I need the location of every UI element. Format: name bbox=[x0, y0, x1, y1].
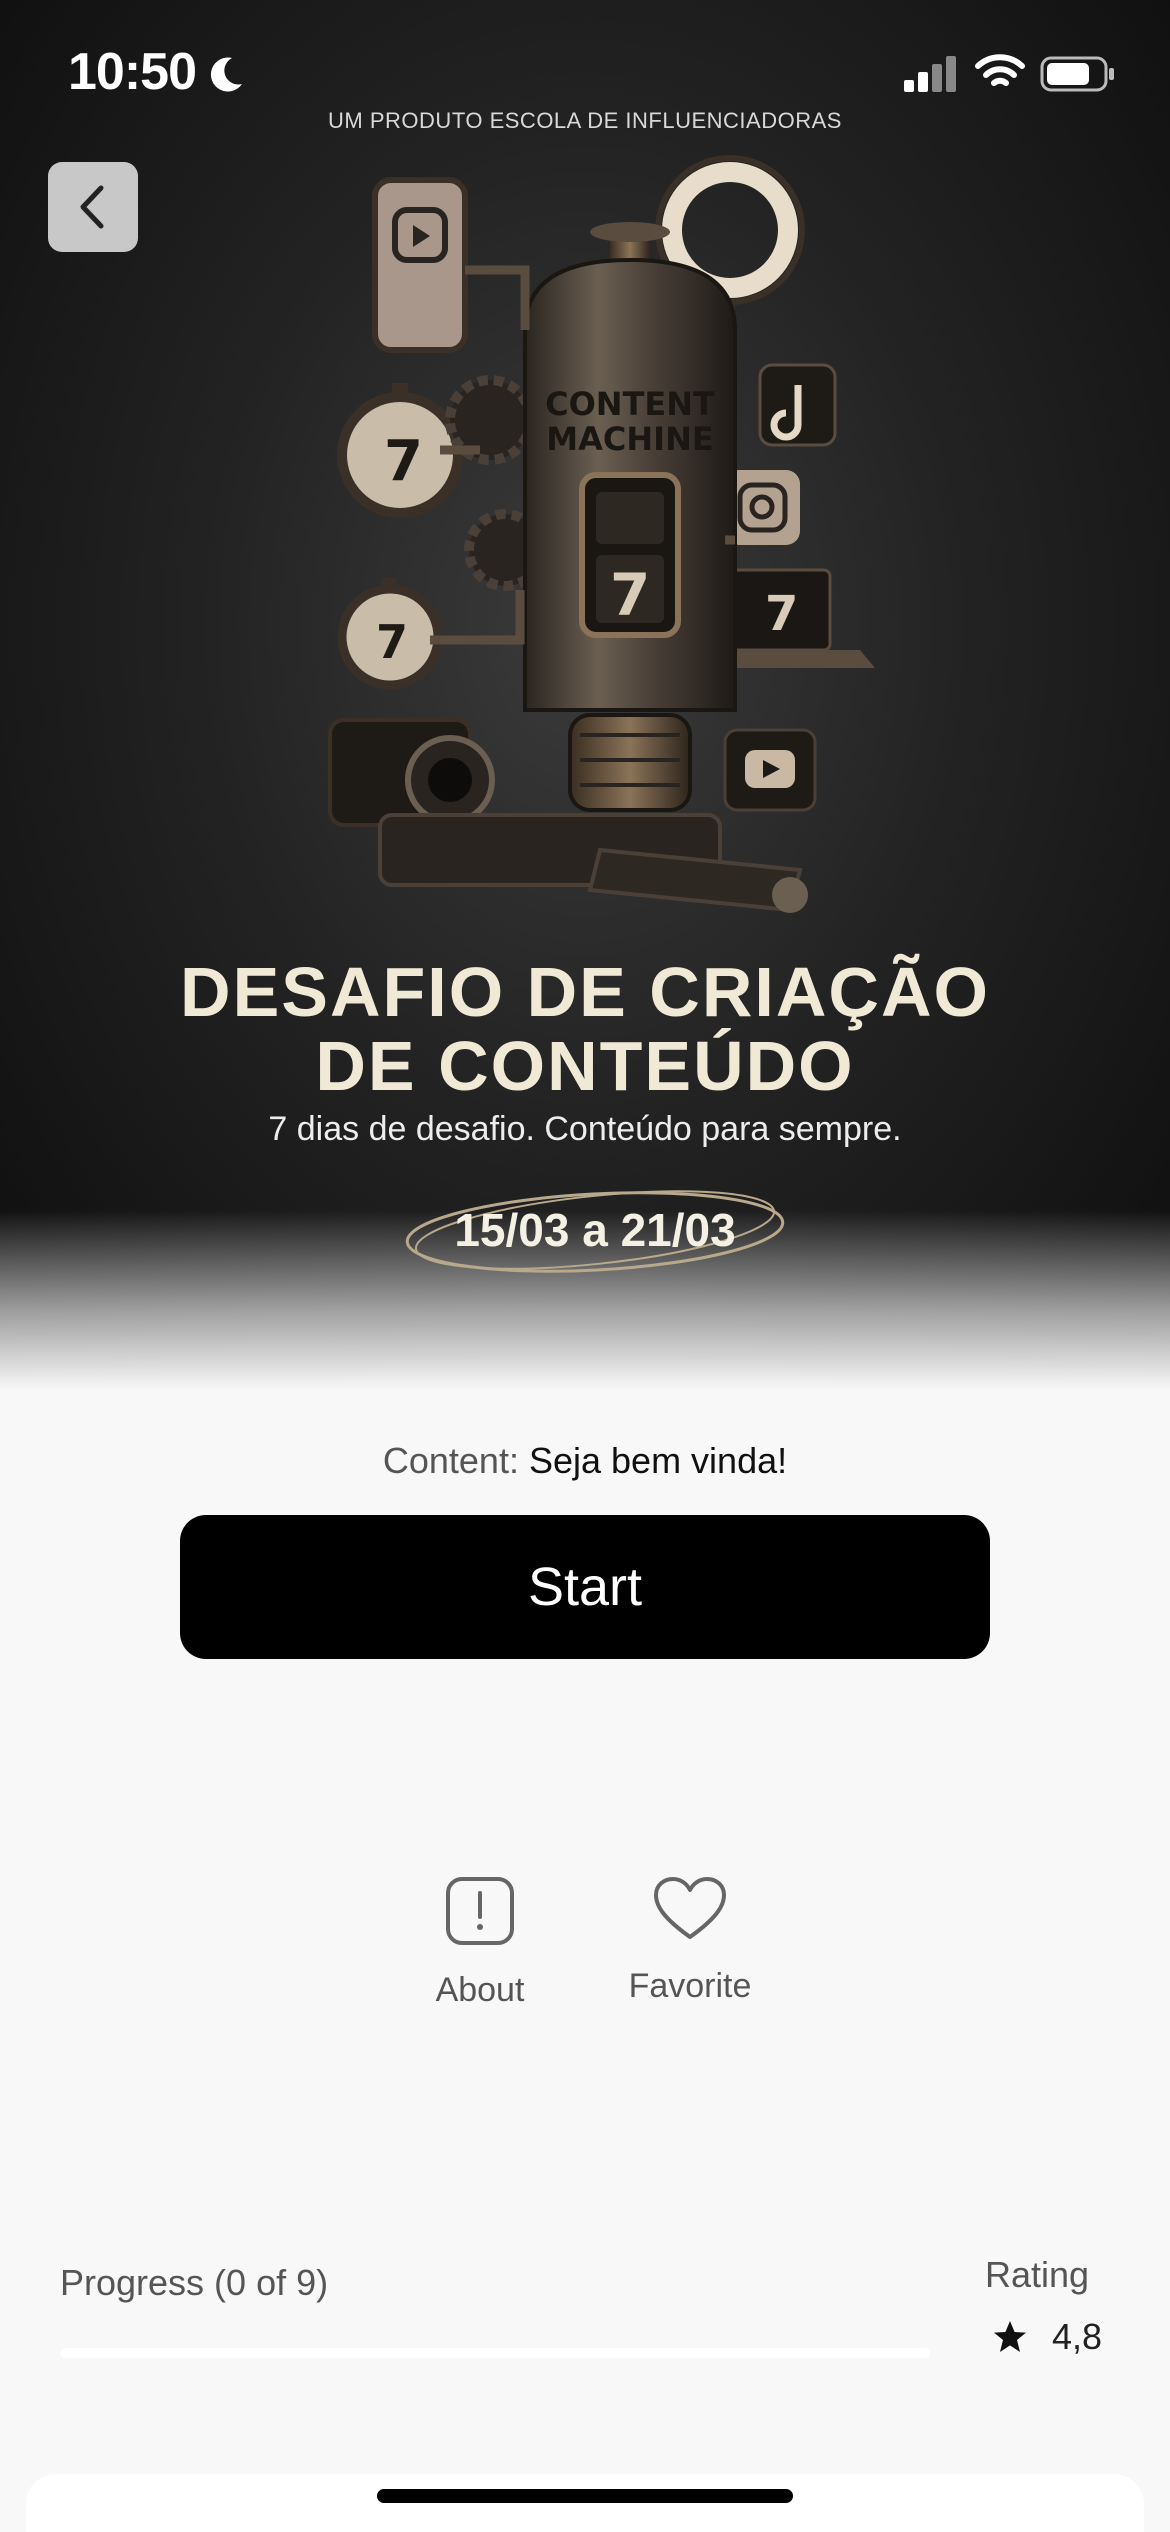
current-content: Content: Seja bem vinda! bbox=[0, 1440, 1170, 1482]
about-action[interactable]: About bbox=[370, 1875, 590, 2010]
star-icon bbox=[994, 2321, 1026, 2352]
status-bar: 10:50 bbox=[0, 0, 1170, 150]
progress-label: Progress (0 of 9) bbox=[60, 2262, 329, 2303]
hero-title: DESAFIO DE CRIAÇÃO DE CONTEÚDO bbox=[0, 955, 1170, 1103]
machine-label-line1: CONTENT bbox=[545, 385, 715, 423]
hero-title-line1: DESAFIO DE CRIAÇÃO bbox=[180, 953, 990, 1031]
svg-text:7: 7 bbox=[610, 561, 650, 629]
rating-label: Rating bbox=[985, 2254, 1090, 2295]
home-indicator bbox=[377, 2489, 793, 2503]
back-button[interactable] bbox=[48, 162, 138, 252]
wifi-icon bbox=[975, 54, 1025, 86]
rating-row: 4,8 bbox=[992, 2316, 1102, 2358]
hero-dates: 15/03 a 21/03 bbox=[400, 1180, 790, 1280]
content-machine-illustration: 7 7 7 CONTENT MACHINE 7 bbox=[328, 155, 875, 913]
cellular-signal-icon bbox=[904, 56, 956, 92]
battery-icon bbox=[1040, 56, 1114, 92]
svg-text:7: 7 bbox=[384, 429, 423, 494]
chevron-left-icon bbox=[80, 185, 104, 229]
hero-subtitle: 7 dias de desafio. Conteúdo para sempre. bbox=[268, 1110, 902, 1148]
hero-dates-text: 15/03 a 21/03 bbox=[454, 1204, 736, 1256]
svg-text:7: 7 bbox=[376, 615, 408, 669]
progress-bar bbox=[60, 2348, 930, 2358]
current-content-label: Content: bbox=[382, 1440, 519, 1481]
heart-icon bbox=[654, 1877, 726, 1939]
favorite-label: Favorite bbox=[628, 1967, 752, 2005]
bottom-sheet bbox=[26, 2474, 1144, 2532]
status-time: 10:50 bbox=[68, 43, 197, 101]
moon-icon bbox=[210, 57, 242, 92]
hero-title-line2: DE CONTEÚDO bbox=[315, 1027, 855, 1105]
favorite-action[interactable]: Favorite bbox=[580, 1875, 800, 2006]
current-content-value: Seja bem vinda! bbox=[528, 1440, 788, 1481]
svg-text:7: 7 bbox=[765, 586, 798, 642]
info-exclamation-icon bbox=[446, 1877, 514, 1945]
machine-label-line2: MACHINE bbox=[546, 420, 713, 458]
start-button[interactable]: Start bbox=[180, 1515, 990, 1659]
about-label: About bbox=[435, 1971, 525, 2009]
rating-value: 4,8 bbox=[1052, 2316, 1103, 2357]
hero-banner: 7 7 7 CONTENT MACHINE 7 UM PRODUTO ESCOL… bbox=[0, 0, 1170, 1390]
